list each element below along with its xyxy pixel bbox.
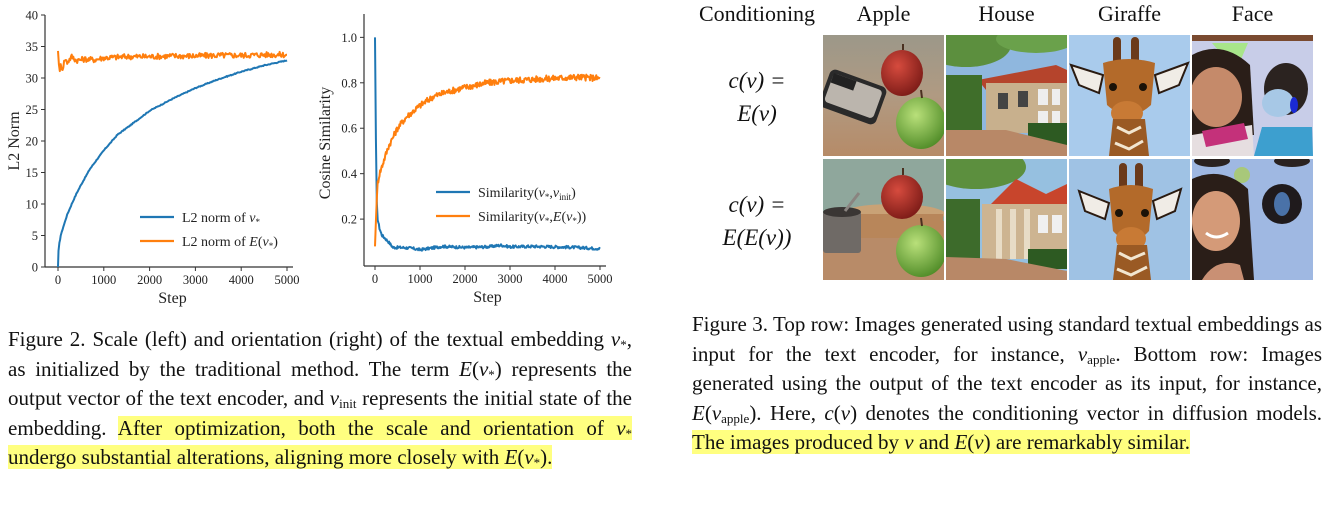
row-label-line1: c(v) = — [728, 192, 786, 217]
row-label-eev: c(v) = E(E(v)) — [693, 188, 821, 254]
y-tick-label: 0.8 — [341, 76, 357, 90]
cosine-similarity-chart: 0 1000 2000 3000 4000 5000 0.2 0.4 0.6 0.8 1.0 Step… — [317, 14, 613, 306]
image-apple-eev — [823, 159, 944, 280]
figure3-caption-plain: Figure 3. Top row: Images generated usin… — [692, 312, 1323, 426]
y-tick-label: 25 — [26, 103, 39, 117]
y-tick-label: 20 — [26, 135, 39, 149]
column-header-apple: Apple — [856, 1, 911, 26]
l2-norm-chart: 0 1000 2000 3000 4000 5000 0 5 10 15 20 25 30 35 40 Ste… — [6, 9, 300, 308]
row-label-ev: c(v) = E(v) — [693, 64, 821, 130]
x-tick-label: 1000 — [91, 273, 116, 287]
image-house-eev — [946, 159, 1067, 280]
row-label-line1: c(v) = — [728, 68, 786, 93]
x-axis-label: Step — [158, 290, 186, 307]
y-tick-label: 0 — [32, 261, 38, 275]
image-face-eev — [1192, 159, 1313, 280]
image-apple-ev — [823, 35, 944, 156]
legend-label: Similarity(v*,E(v*)) — [478, 210, 587, 226]
y-tick-label: 0.2 — [341, 213, 357, 227]
x-axis-label: Step — [473, 289, 501, 306]
column-header-house: House — [978, 1, 1035, 26]
x-tick-label: 5000 — [588, 272, 613, 286]
image-giraffe-eev — [1069, 159, 1190, 280]
y-tick-label: 40 — [26, 9, 39, 23]
x-tick-label: 0 — [372, 272, 378, 286]
figure2-caption: Figure 2. Scale (left) and orientation (… — [8, 325, 633, 473]
legend-label: L2 norm of E(v*) — [182, 235, 278, 251]
y-axis-label: Cosine Similarity — [317, 87, 334, 199]
x-tick-label: 0 — [55, 273, 61, 287]
x-tick-label: 3000 — [183, 273, 208, 287]
y-tick-label: 1.0 — [341, 31, 357, 45]
y-axis-label: L2 Norm — [6, 111, 23, 171]
x-tick-label: 4000 — [229, 273, 254, 287]
row-label-line2: E(v) — [737, 101, 777, 126]
legend-label: Similarity(v*,vinit) — [478, 186, 576, 202]
column-header-giraffe: Giraffe — [1097, 1, 1162, 26]
y-tick-label: 15 — [26, 166, 39, 180]
figure3-caption-highlight: The images produced by v and E(v) are re… — [692, 430, 1191, 454]
y-tick-label: 5 — [32, 229, 38, 243]
image-giraffe-ev — [1069, 35, 1190, 156]
column-header-face: Face — [1231, 1, 1274, 26]
y-tick-label: 0.4 — [341, 167, 357, 181]
image-house-ev — [946, 35, 1067, 156]
x-tick-label: 1000 — [408, 272, 433, 286]
legend-label: L2 norm of v* — [182, 211, 260, 227]
x-tick-label: 3000 — [498, 272, 523, 286]
x-tick-label: 2000 — [453, 272, 478, 286]
x-tick-label: 5000 — [275, 273, 300, 287]
y-tick-label: 0.6 — [341, 122, 357, 136]
x-tick-label: 2000 — [137, 273, 162, 287]
y-tick-label: 35 — [26, 40, 39, 54]
y-tick-label: 10 — [26, 198, 39, 212]
image-face-ev — [1192, 35, 1313, 156]
column-header-conditioning: Conditioning — [698, 1, 816, 26]
row-label-line2: E(E(v)) — [722, 225, 792, 250]
y-tick-label: 30 — [26, 72, 39, 86]
figure3-caption: Figure 3. Top row: Images generated usin… — [692, 310, 1322, 458]
x-tick-label: 4000 — [543, 272, 568, 286]
